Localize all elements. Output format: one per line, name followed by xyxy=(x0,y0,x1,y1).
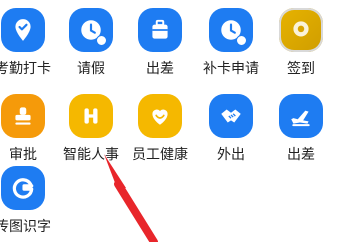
app-label: 智能人事 xyxy=(63,147,119,163)
app-label: 传图识字 xyxy=(0,219,51,235)
ocr-g-icon xyxy=(1,166,45,210)
app-grid: 考勤打卡 请假 出差 补卡申请 签到 审批 智能人事 员工健康 外出 出差 传图… xyxy=(0,0,337,242)
app-label: 请假 xyxy=(77,61,105,77)
app-business-trip[interactable]: 出差 xyxy=(123,8,197,77)
heart-icon xyxy=(138,94,182,138)
app-smart-hr[interactable]: 智能人事 xyxy=(54,94,128,163)
app-label: 外出 xyxy=(217,147,245,163)
app-label: 补卡申请 xyxy=(203,61,259,77)
person-badge-icon xyxy=(236,35,247,46)
suitcase-icon xyxy=(138,8,182,52)
airplane-icon xyxy=(279,94,323,138)
handshake-icon xyxy=(209,94,253,138)
app-label: 出差 xyxy=(146,61,174,77)
h-logo-icon xyxy=(69,94,113,138)
stamp-icon xyxy=(1,94,45,138)
app-label: 出差 xyxy=(287,147,315,163)
person-badge-icon xyxy=(96,35,107,46)
app-leave[interactable]: 请假 xyxy=(54,8,128,77)
app-makeup-punch[interactable]: 补卡申请 xyxy=(194,8,268,77)
clock-person-icon xyxy=(209,8,253,52)
app-label: 签到 xyxy=(287,61,315,77)
app-employee-health[interactable]: 员工健康 xyxy=(123,94,197,163)
location-check-icon xyxy=(1,8,45,52)
app-business-trip-flight[interactable]: 出差 xyxy=(264,94,337,163)
app-sign-in[interactable]: 签到 xyxy=(264,8,337,77)
clock-person-icon xyxy=(69,8,113,52)
app-approval[interactable]: 审批 xyxy=(0,94,60,163)
app-label: 员工健康 xyxy=(132,147,188,163)
app-image-ocr[interactable]: 传图识字 xyxy=(0,166,60,235)
app-go-out[interactable]: 外出 xyxy=(194,94,268,163)
app-label: 考勤打卡 xyxy=(0,61,51,77)
app-attendance-checkin[interactable]: 考勤打卡 xyxy=(0,8,60,77)
location-pin-icon xyxy=(279,8,323,52)
app-label: 审批 xyxy=(9,147,37,163)
